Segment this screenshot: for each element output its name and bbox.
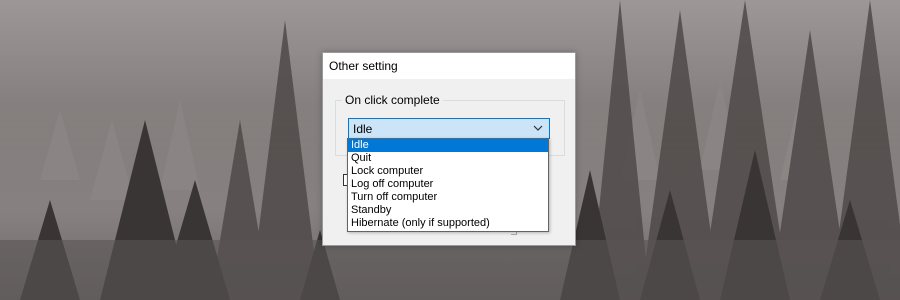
combo-dropdown-list[interactable]: Idle Quit Lock computer Log off computer… [347, 138, 549, 232]
dropdown-option-turn-off-computer[interactable]: Turn off computer [348, 191, 548, 204]
dropdown-option-hibernate[interactable]: Hibernate (only if supported) [348, 217, 548, 230]
on-click-complete-combobox[interactable]: Idle [348, 118, 550, 139]
dialog-title: Other setting [329, 59, 398, 73]
dialog-titlebar[interactable]: Other setting [323, 53, 575, 79]
group-label: On click complete [342, 93, 443, 107]
dropdown-option-idle[interactable]: Idle [348, 139, 548, 152]
combo-selected-value: Idle [353, 122, 373, 136]
dropdown-option-quit[interactable]: Quit [348, 152, 548, 165]
dropdown-option-standby[interactable]: Standby [348, 204, 548, 217]
chevron-down-icon [533, 125, 543, 131]
dropdown-option-log-off-computer[interactable]: Log off computer [348, 178, 548, 191]
dropdown-option-lock-computer[interactable]: Lock computer [348, 165, 548, 178]
